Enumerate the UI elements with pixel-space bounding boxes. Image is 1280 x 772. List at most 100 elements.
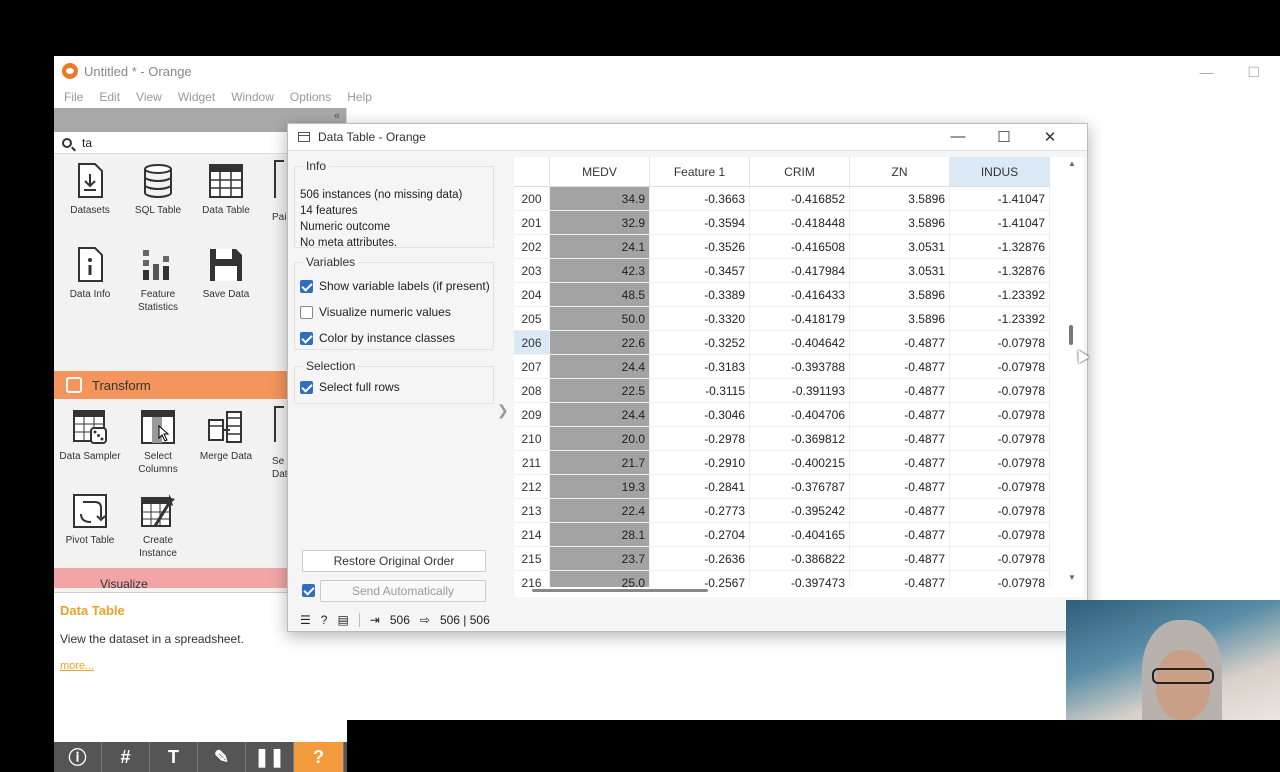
visualize-section[interactable]: Visualize [54,568,294,588]
table-cell[interactable]: 22.4 [550,499,650,522]
visualize-checkbox[interactable]: Visualize numeric values [295,299,493,325]
chevron-right-icon[interactable]: ❯ [497,402,509,419]
row-number[interactable]: 200 [514,187,550,210]
table-cell[interactable]: -0.395242 [750,499,850,522]
table-cell[interactable]: -1.32876 [950,259,1050,282]
checkbox-checked-icon[interactable] [300,331,313,345]
table-cell[interactable]: -0.397473 [750,571,850,587]
table-row[interactable]: 214 28.1 -0.2704 -0.404165 -0.4877 -0.07978 [514,523,1050,547]
menu-widget[interactable]: Widget [178,90,215,104]
row-number[interactable]: 203 [514,259,550,282]
table-row[interactable]: 211 21.7 -0.2910 -0.400215 -0.4877 -0.07978 [514,451,1050,475]
table-row[interactable]: 209 24.4 -0.3046 -0.404706 -0.4877 -0.07978 [514,403,1050,427]
widget-feature-statistics[interactable]: Feature Statistics [124,244,192,328]
table-row[interactable]: 206 22.6 -0.3252 -0.404642 -0.4877 -0.07978 [514,331,1050,355]
row-number[interactable]: 212 [514,475,550,498]
checkbox-checked-icon[interactable] [300,279,313,293]
transform-section[interactable]: Transform [54,371,294,399]
table-cell[interactable]: 24.1 [550,235,650,258]
table-row[interactable]: 201 32.9 -0.3594 -0.418448 3.5896 -1.41047 [514,211,1050,235]
table-cell[interactable]: -0.400215 [750,451,850,474]
search-input[interactable]: ta [82,136,92,150]
table-row[interactable]: 202 24.1 -0.3526 -0.416508 3.0531 -1.32876 [514,235,1050,259]
table-row[interactable]: 207 24.4 -0.3183 -0.393788 -0.4877 -0.07978 [514,355,1050,379]
table-cell[interactable]: 32.9 [550,211,650,234]
table-cell[interactable]: -0.386822 [750,547,850,570]
table-cell[interactable]: -0.3389 [650,283,750,306]
column-header-zn[interactable]: ZN [850,157,950,186]
table-cell[interactable]: -0.376787 [750,475,850,498]
table-cell[interactable]: 48.5 [550,283,650,306]
table-cell[interactable]: -0.3526 [650,235,750,258]
menu-options[interactable]: Options [290,90,331,104]
column-header-feature1[interactable]: Feature 1 [650,157,750,186]
table-cell[interactable]: 24.4 [550,403,650,426]
table-cell[interactable]: -0.393788 [750,355,850,378]
table-cell[interactable]: -0.4877 [850,499,950,522]
table-row[interactable]: 200 34.9 -0.3663 -0.416852 3.5896 -1.41047 [514,187,1050,211]
table-row[interactable]: 210 20.0 -0.2978 -0.369812 -0.4877 -0.07978 [514,427,1050,451]
row-number[interactable]: 208 [514,379,550,402]
row-number[interactable]: 210 [514,427,550,450]
table-cell[interactable]: -0.07978 [950,355,1050,378]
table-cell[interactable]: 20.0 [550,427,650,450]
menu-help[interactable]: Help [347,90,372,104]
table-row[interactable]: 215 23.7 -0.2636 -0.386822 -0.4877 -0.07978 [514,547,1050,571]
table-cell[interactable]: -0.369812 [750,427,850,450]
help-more-link[interactable]: more... [60,660,341,672]
help-icon[interactable]: ? [321,613,328,627]
pause-icon[interactable]: ❚❚ [246,742,294,772]
table-cell[interactable]: -0.2636 [650,547,750,570]
maximize-icon[interactable]: ☐ [981,128,1027,146]
widget-data-info[interactable]: Data Info [56,244,124,328]
table-cell[interactable]: -0.07978 [950,571,1050,587]
collapse-icon[interactable]: « [334,110,340,122]
corner-cell[interactable] [514,157,550,186]
widget-merge-data[interactable]: Merge Data [192,406,260,490]
table-cell[interactable]: 21.7 [550,451,650,474]
table-cell[interactable]: -0.404642 [750,331,850,354]
table-cell[interactable]: -0.4877 [850,571,950,587]
column-header-crim[interactable]: CRIM [750,157,850,186]
table-cell[interactable]: -0.2841 [650,475,750,498]
table-cell[interactable]: -0.2704 [650,523,750,546]
table-cell[interactable]: -0.2978 [650,427,750,450]
widget-data-table[interactable]: Data Table [192,160,260,244]
table-cell[interactable]: -0.07978 [950,403,1050,426]
widget-pivot-table[interactable]: Pivot Table [56,490,124,574]
grid-icon[interactable]: # [102,742,150,772]
table-cell[interactable]: -1.41047 [950,187,1050,210]
table-cell[interactable]: 50.0 [550,307,650,330]
row-number[interactable]: 202 [514,235,550,258]
auto-send-checkbox[interactable] [302,584,315,597]
table-row[interactable]: 208 22.5 -0.3115 -0.391193 -0.4877 -0.07978 [514,379,1050,403]
table-cell[interactable]: -0.4877 [850,355,950,378]
row-number[interactable]: 207 [514,355,550,378]
horizontal-scrollbar[interactable] [532,589,708,592]
menu-edit[interactable]: Edit [99,90,120,104]
widget-select-columns[interactable]: Select Columns [124,406,192,490]
table-cell[interactable]: -0.416508 [750,235,850,258]
table-cell[interactable]: 22.5 [550,379,650,402]
close-icon[interactable]: ✕ [1027,128,1073,146]
row-number[interactable]: 206 [514,331,550,354]
table-cell[interactable]: 28.1 [550,523,650,546]
table-cell[interactable]: -0.3594 [650,211,750,234]
widget-create-instance[interactable]: Create Instance [124,490,192,574]
table-cell[interactable]: -1.32876 [950,235,1050,258]
table-row[interactable]: 203 42.3 -0.3457 -0.417984 3.0531 -1.32876 [514,259,1050,283]
widget-save-data[interactable]: Save Data [192,244,260,328]
row-number[interactable]: 215 [514,547,550,570]
table-row[interactable]: 204 48.5 -0.3389 -0.416433 3.5896 -1.23392 [514,283,1050,307]
info-icon[interactable]: ⓘ [54,742,102,772]
row-number[interactable]: 201 [514,211,550,234]
table-cell[interactable]: 3.5896 [850,283,950,306]
menu-view[interactable]: View [136,90,162,104]
table-cell[interactable]: 34.9 [550,187,650,210]
table-cell[interactable]: -0.07978 [950,379,1050,402]
table-cell[interactable]: -1.23392 [950,307,1050,330]
table-cell[interactable]: -0.2773 [650,499,750,522]
table-cell[interactable]: -0.418179 [750,307,850,330]
table-cell[interactable]: 3.0531 [850,235,950,258]
row-number[interactable]: 214 [514,523,550,546]
